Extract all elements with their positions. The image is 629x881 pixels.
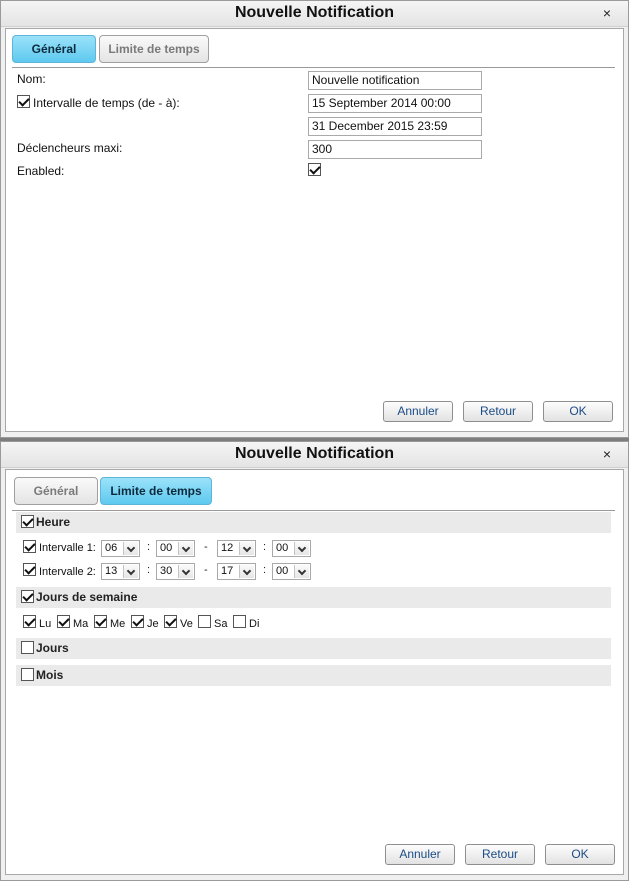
interval-2-from-minute-select[interactable]: 30 <box>156 563 195 580</box>
interval-1-label: Intervalle 1: <box>39 542 96 554</box>
colon: : <box>147 564 151 576</box>
interval-1-checkbox[interactable] <box>23 540 36 553</box>
mois-checkbox[interactable] <box>21 668 34 681</box>
interval-1-to-hour-select[interactable]: 12 <box>217 540 256 557</box>
dash: - <box>204 541 208 553</box>
day-label-me: Me <box>110 618 126 630</box>
interval-2-checkbox[interactable] <box>23 563 36 576</box>
tab-general[interactable]: Général <box>12 35 96 63</box>
heure-checkbox[interactable] <box>21 515 34 528</box>
day-checkbox-me[interactable] <box>94 615 107 628</box>
day-checkbox-lu[interactable] <box>23 615 36 628</box>
jours-de-semaine-title: Jours de semaine <box>36 590 138 604</box>
interval-2-label: Intervalle 2: <box>39 566 96 578</box>
back-button[interactable]: Retour <box>465 844 535 865</box>
interval-label: Intervalle de temps (de - à): <box>33 96 180 110</box>
day-label-ma: Ma <box>73 618 89 630</box>
interval-2-to-hour-select[interactable]: 17 <box>217 563 256 580</box>
chevron-down-icon <box>294 542 309 555</box>
section-jours-de-semaine: Jours de semaine <box>16 587 611 608</box>
section-mois: Mois <box>16 665 611 686</box>
cancel-button[interactable]: Annuler <box>385 844 455 865</box>
colon: : <box>263 541 267 553</box>
notification-dialog-time-limit: Nouvelle Notification × Général Limite d… <box>0 441 629 881</box>
interval-1-to-minute-select[interactable]: 00 <box>272 540 311 557</box>
day-checkbox-sa[interactable] <box>198 615 211 628</box>
interval-1-from-minute-select[interactable]: 00 <box>156 540 195 557</box>
day-checkbox-di[interactable] <box>233 615 246 628</box>
dialog-title: Nouvelle Notification <box>234 4 395 21</box>
ok-button[interactable]: OK <box>543 401 613 422</box>
dash: - <box>204 564 208 576</box>
enabled-checkbox[interactable] <box>308 163 321 176</box>
max-triggers-label: Déclencheurs maxi: <box>17 141 123 155</box>
chevron-down-icon <box>239 565 254 578</box>
notification-dialog-general: Nouvelle Notification × Général Limite d… <box>0 0 629 438</box>
day-label-di: Di <box>249 618 260 630</box>
dialog-title: Nouvelle Notification <box>234 445 395 462</box>
max-triggers-field[interactable]: 300 <box>308 140 482 159</box>
tab-time-limit[interactable]: Limite de temps <box>100 477 212 505</box>
jours-checkbox[interactable] <box>21 641 34 654</box>
enabled-label: Enabled: <box>17 164 65 178</box>
close-icon[interactable]: × <box>600 6 614 20</box>
interval-2-to-minute-select[interactable]: 00 <box>272 563 311 580</box>
colon: : <box>263 564 267 576</box>
interval-from-field[interactable]: 15 September 2014 00:00 <box>308 94 482 113</box>
interval-2-from-hour-select[interactable]: 13 <box>101 563 140 580</box>
chevron-down-icon <box>123 565 138 578</box>
chevron-down-icon <box>178 542 193 555</box>
day-label-sa: Sa <box>214 618 228 630</box>
heure-title: Heure <box>36 515 71 529</box>
tab-divider <box>12 510 615 511</box>
section-jours: Jours <box>16 638 611 659</box>
colon: : <box>147 541 151 553</box>
dialog-panel: Général Limite de temps Nom: Nouvelle no… <box>5 28 624 432</box>
day-checkbox-ve[interactable] <box>164 615 177 628</box>
interval-1-from-hour-select[interactable]: 06 <box>101 540 140 557</box>
day-label-lu: Lu <box>39 618 52 630</box>
interval-to-field[interactable]: 31 December 2015 23:59 <box>308 117 482 136</box>
mois-title: Mois <box>36 668 64 682</box>
section-heure: Heure <box>16 512 611 533</box>
day-checkbox-ma[interactable] <box>57 615 70 628</box>
back-button[interactable]: Retour <box>463 401 533 422</box>
close-icon[interactable]: × <box>600 447 614 461</box>
cancel-button[interactable]: Annuler <box>383 401 453 422</box>
jours-de-semaine-checkbox[interactable] <box>21 590 34 603</box>
tab-time-limit[interactable]: Limite de temps <box>99 35 209 63</box>
tab-general[interactable]: Général <box>14 477 98 505</box>
chevron-down-icon <box>178 565 193 578</box>
chevron-down-icon <box>123 542 138 555</box>
day-label-je: Je <box>147 618 159 630</box>
day-checkbox-je[interactable] <box>131 615 144 628</box>
day-label-ve: Ve <box>180 618 193 630</box>
name-field[interactable]: Nouvelle notification <box>308 71 482 90</box>
interval-checkbox[interactable] <box>17 95 30 108</box>
name-label: Nom: <box>17 72 46 86</box>
title-bar: Nouvelle Notification × <box>1 1 628 27</box>
ok-button[interactable]: OK <box>545 844 615 865</box>
title-bar: Nouvelle Notification × <box>1 442 628 468</box>
chevron-down-icon <box>294 565 309 578</box>
chevron-down-icon <box>239 542 254 555</box>
tab-divider <box>12 67 615 68</box>
jours-title: Jours <box>36 641 69 655</box>
dialog-panel: Général Limite de temps Heure Intervalle… <box>5 469 624 875</box>
